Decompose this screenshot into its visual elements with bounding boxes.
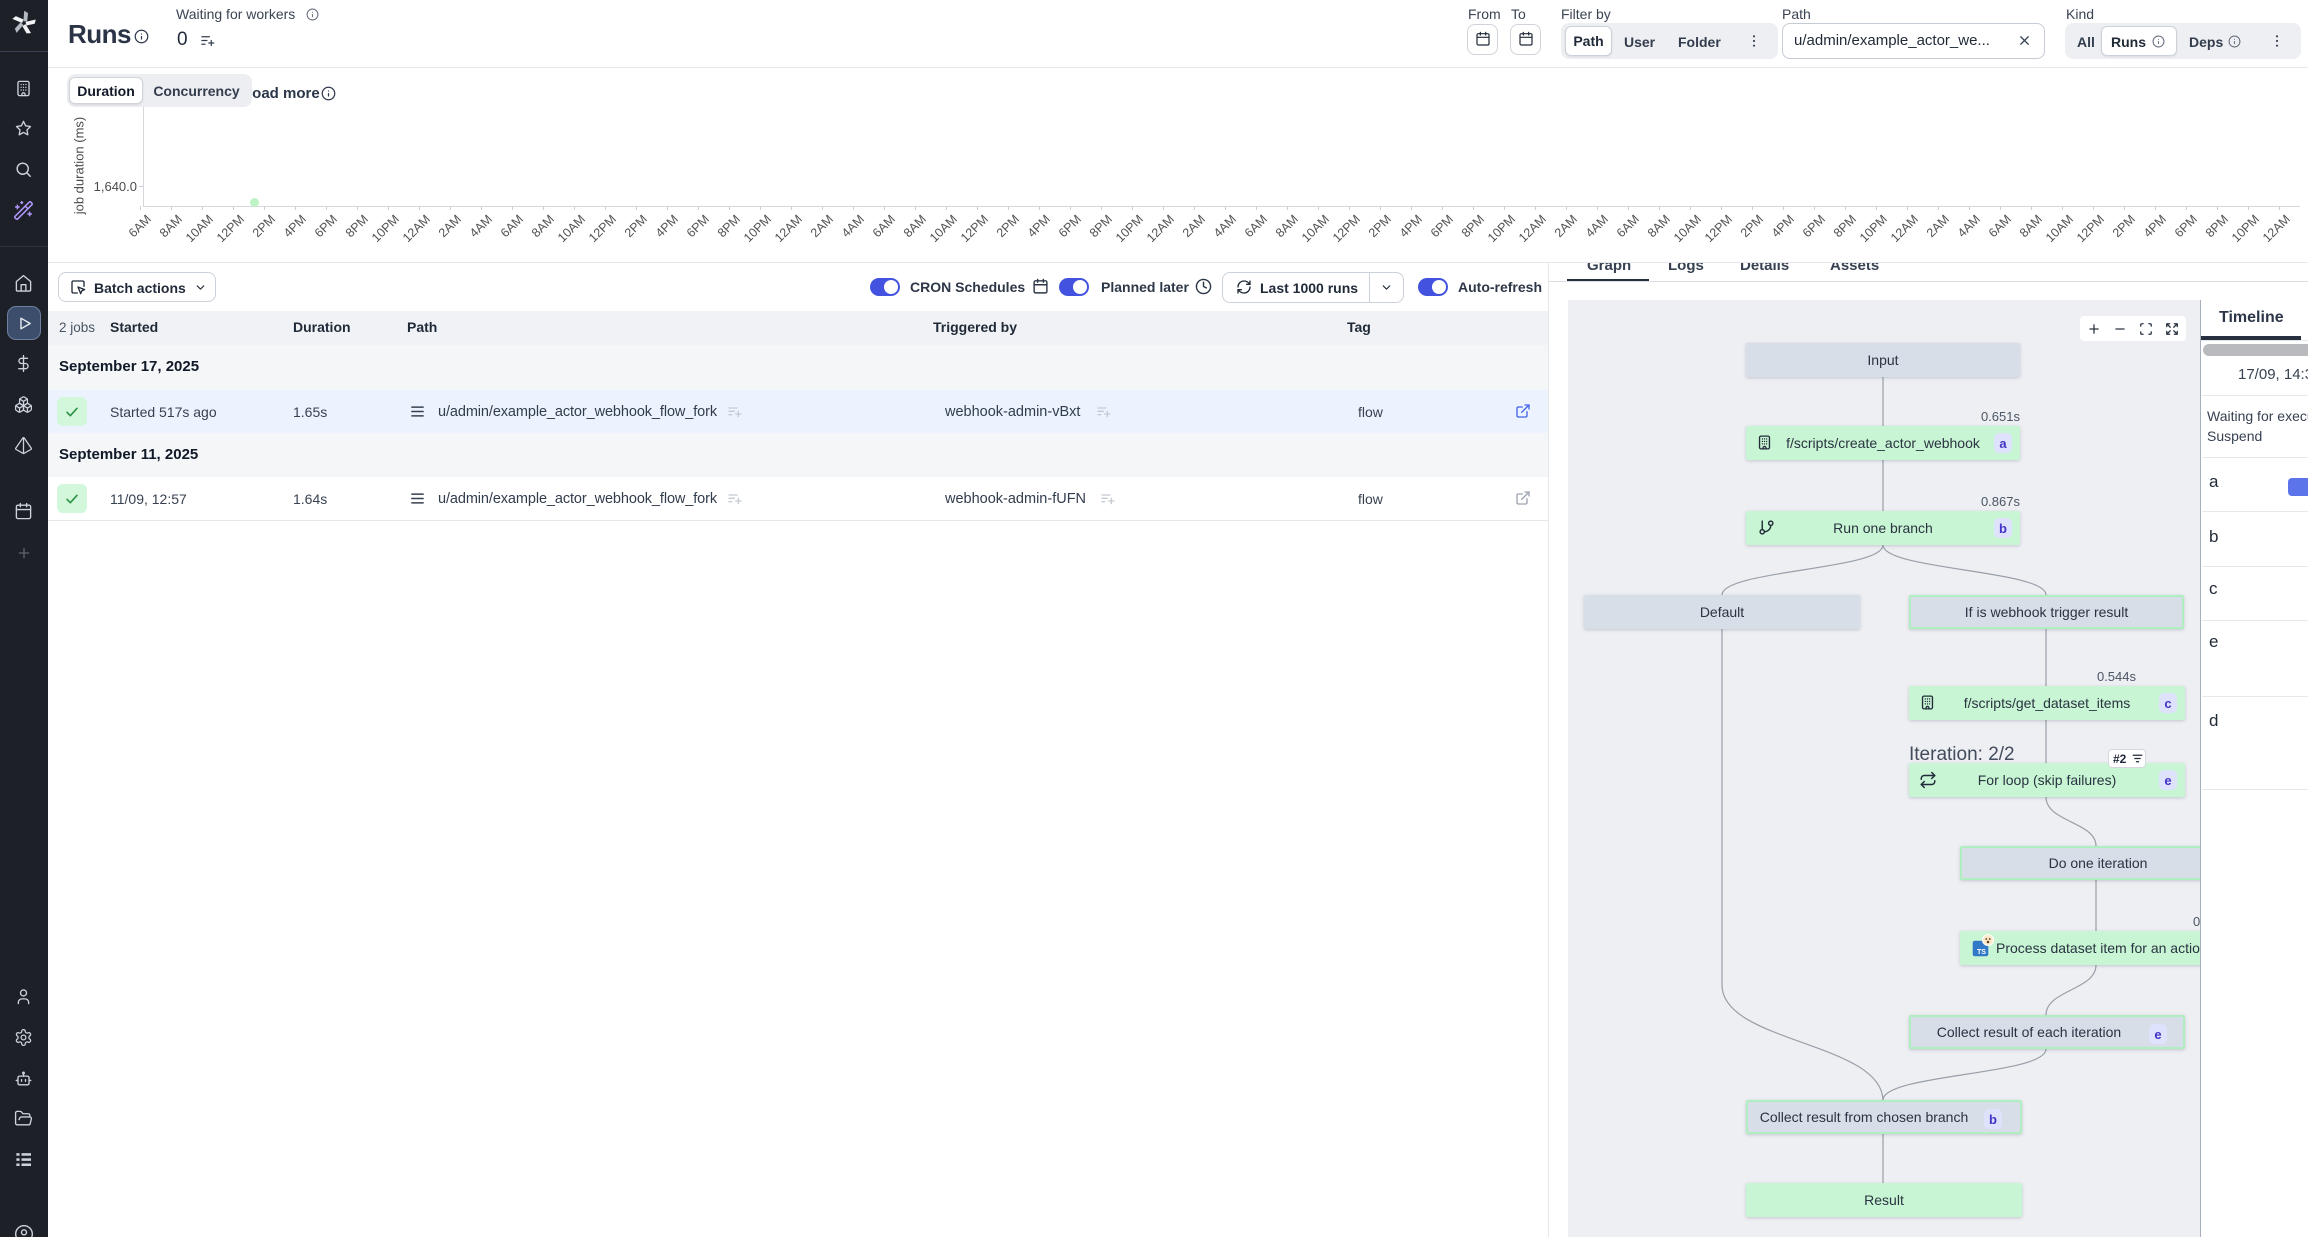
svg-text:TS: TS: [1977, 948, 1986, 956]
